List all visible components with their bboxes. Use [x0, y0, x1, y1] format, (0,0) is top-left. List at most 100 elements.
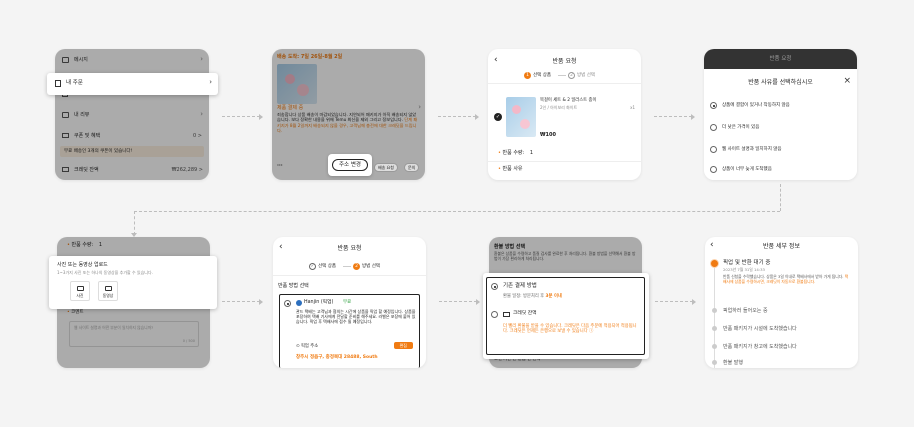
radio-selected[interactable] — [284, 300, 291, 307]
option-title: 기존 결제 방법 — [503, 283, 537, 289]
return-qty-label: • 반품 수량: 1 — [498, 150, 534, 156]
coupon-count: 0 > — [193, 133, 202, 139]
menu-item-messages[interactable]: 메시지 › — [55, 49, 209, 71]
product-variant: 2인 / 아이보리 화이트 — [540, 105, 578, 110]
step-title: 반품 패키지가 창고에 도착했습니다 — [723, 344, 797, 350]
reason-option[interactable]: 더 낮은 가격이 있음 — [704, 118, 857, 138]
carrier-logo-icon — [296, 300, 302, 306]
refund-options-highlight: 기존 결제 방법 환불 일정: 방문처리 후 3분 이내 크레딧 잔액 더 빨리… — [483, 273, 649, 359]
menu-item-credit[interactable]: 크레딧 잔액 ₩262,289 > — [55, 161, 209, 180]
step-2-icon: 2 — [353, 263, 360, 270]
coupon-icon — [62, 133, 69, 138]
menu-item-coupons[interactable]: 쿠폰 및 혜택 0 > — [55, 126, 209, 146]
wallet-icon — [62, 167, 69, 172]
carrier-option[interactable]: Hanjin (픽업) 무료 관드 택배는 고객님과 협의는 시간에 상품을 픽… — [279, 294, 420, 368]
edit-address-button[interactable]: 편집 — [393, 342, 413, 349]
product-name: 목걸이 세트 & 2 일러스트 종이 — [540, 98, 597, 103]
coupon-notice[interactable]: 무료 배송인 3개의 쿠폰이 있습니다! — [60, 146, 204, 157]
page-title: 환불 방법 선택 — [494, 244, 526, 250]
address-change-button[interactable]: 주소 변경 — [332, 159, 368, 171]
camera-icon — [77, 286, 84, 291]
credit-label: 크레딧 잔액 — [74, 167, 99, 173]
step-1-icon: 1 — [524, 72, 531, 79]
option-subtitle: 환불 일정: 방문처리 후 3분 이내 — [503, 294, 562, 299]
upload-panel-highlight: 사진 또는 동영상 업로드 1~3가지 사진 또는 하나의 동영상을 추가할 수… — [49, 256, 217, 309]
step-1-label: 선택 상품 — [318, 264, 336, 269]
refund-option-original[interactable]: 기존 결제 방법 환불 일정: 방문처리 후 3분 이내 크레딧 잔액 더 빨리… — [486, 277, 645, 355]
delivery-date: 배송 도착: 7일 26일-8월 2일 — [277, 54, 343, 60]
chevron-right-icon: › — [418, 103, 421, 111]
menu-label: 내 리뷰 — [74, 112, 90, 118]
credit-note: 더 빨리 환불을 받을 수 있습니다. 크레딧은 다음 주문에 적용되어 적용됩… — [503, 324, 637, 335]
add-photo-button[interactable]: 사진 — [70, 281, 90, 301]
return-reason-field[interactable]: • 반품 사유 — [498, 166, 523, 172]
carrier-description: 관드 택배는 고객님과 협의는 시간에 상품을 픽업 할 예정입니다. 상품을 … — [296, 309, 416, 324]
step-description: 반품 신청을 수락했습니다. 상품은 3일 이내로 택배사에서 받아 가게 됩니… — [723, 274, 849, 284]
address-change-highlight: 주소 변경 — [328, 154, 372, 176]
pickup-address-label: ⊙ 픽업 주소 — [296, 344, 319, 349]
section-title: 반품 방법 선택 — [278, 283, 309, 289]
carrier-price: 무료 — [343, 300, 352, 305]
video-icon — [105, 286, 112, 291]
timeline-dot — [712, 344, 717, 349]
timeline-active-icon — [710, 259, 719, 268]
wallet-icon — [503, 312, 510, 317]
comment-label: • 코멘트 — [67, 310, 84, 315]
step-title: 환불 발행 — [723, 360, 743, 366]
step-1-done-icon: ✓ — [309, 263, 316, 270]
page-title: 반품 세부 정보 — [763, 243, 800, 250]
reason-option[interactable]: 상품이 너무 늦게 도착했음 — [704, 161, 857, 180]
refund-description: 환불은 상품을 수령하고 품질 검사를 완료한 후 처리됩니다. 환불 방법을 … — [494, 251, 636, 261]
reason-option[interactable]: 상품에 결함이 있거나 작동하지 않음 — [704, 96, 857, 116]
timeline-dot — [712, 326, 717, 331]
product-qty: x1 — [630, 105, 635, 110]
radio-selected[interactable] — [491, 283, 498, 290]
highlighted-my-orders[interactable]: 내 주문 › — [47, 73, 218, 95]
step-title: 픽업 및 반환 대기 중 — [723, 260, 771, 266]
more-dots[interactable]: ··· — [277, 163, 283, 169]
order-notice: 죄송합니다 상품 배송이 마감되었습니다. 지연되어 패키지가 아직 배송되지 … — [277, 112, 418, 133]
upload-hint: 1~3가지 사진 또는 하나의 동영상을 추가할 수 있습니다. — [57, 270, 153, 275]
flow-connector — [780, 184, 781, 211]
flow-connector — [134, 211, 135, 235]
radio[interactable] — [710, 146, 717, 153]
radio[interactable] — [491, 311, 498, 318]
close-icon[interactable]: × — [843, 76, 851, 86]
menu-item-my-reviews[interactable]: 내 리뷰 › — [55, 104, 209, 126]
menu-label: 메시지 — [74, 57, 88, 63]
other-button[interactable]: 문의 — [404, 163, 420, 172]
chevron-right-icon: › — [209, 78, 212, 86]
top-bar: 반품 요청 — [704, 49, 857, 69]
return-qty-label: • 반품 수량: 1 — [67, 242, 103, 248]
step-1-label: 선택 상품 — [533, 73, 551, 78]
menu-label: 내 주문 — [66, 80, 83, 86]
timeline-line — [714, 264, 715, 368]
step-2-label: 방법 선택 — [362, 264, 380, 269]
step-connector — [343, 266, 351, 267]
message-icon — [62, 57, 69, 63]
page-title: 반품 요청 — [337, 245, 362, 252]
step-connector — [558, 75, 566, 76]
reason-option[interactable]: 웹 사이트 설명과 일치하지 않음 — [704, 140, 857, 160]
radio[interactable] — [710, 124, 717, 131]
chevron-right-icon: › — [200, 110, 203, 118]
order-icon — [55, 80, 61, 87]
pickup-address: 창주시 정읍구, 충정북대 28488, South — [296, 355, 378, 360]
radio[interactable] — [710, 166, 717, 173]
other-button[interactable]: 배송 요청 — [374, 163, 398, 172]
top-title: 반품 요청 — [769, 56, 792, 62]
flow-connector — [134, 211, 780, 212]
selected-checkbox[interactable]: ✓ — [494, 113, 502, 121]
product-image — [506, 97, 536, 137]
step-2-label: 방법 선택 — [577, 73, 595, 78]
flow-arrow — [222, 113, 263, 120]
chevron-right-icon: › — [200, 55, 203, 63]
add-video-button[interactable]: 동영상 — [98, 281, 118, 301]
radio-selected[interactable] — [710, 102, 717, 109]
comment-textarea[interactable]: 웹 사이트 설명과 어떤 부분이 일치하지 않습니까? 0 / 500 — [69, 321, 199, 347]
option-title: 크레딧 잔액 — [513, 311, 537, 316]
credit-value: ₩262,289 > — [171, 167, 203, 173]
timeline-dot — [712, 360, 717, 365]
flow-arrow — [222, 298, 263, 305]
step-title: 픽업하러 들어오는 중 — [723, 308, 768, 314]
